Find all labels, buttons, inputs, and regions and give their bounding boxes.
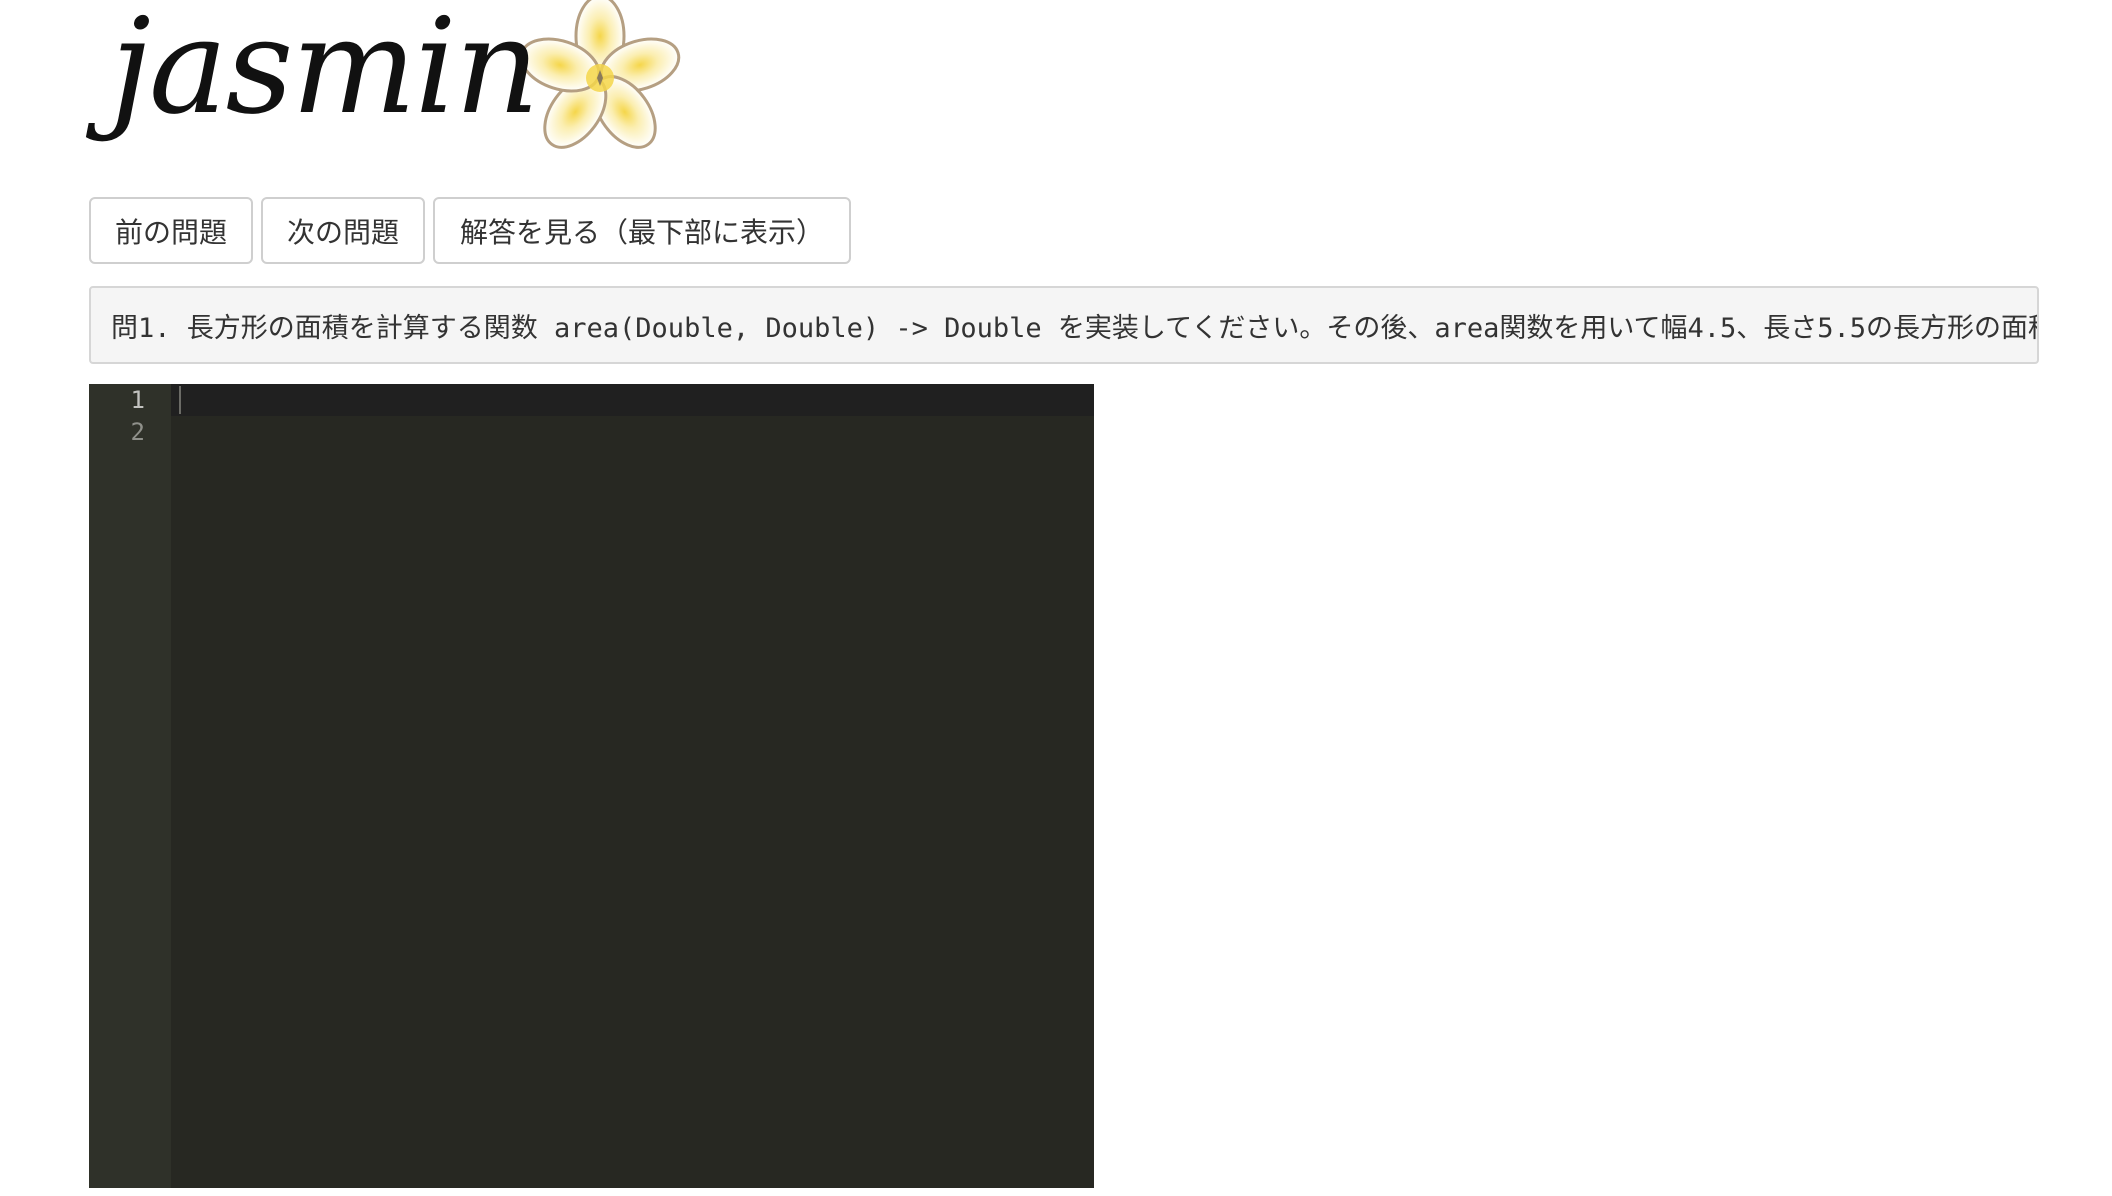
active-line-highlight <box>89 384 1094 416</box>
jasmin-logo[interactable]: jasmin <box>100 0 700 180</box>
line-number: 2 <box>130 418 145 446</box>
question-text: 問1. 長方形の面積を計算する関数 area(Double, Double) -… <box>111 312 2037 344</box>
toolbar: 前の問題 次の問題 解答を見る（最下部に表示） <box>89 197 851 264</box>
question-box: 問1. 長方形の面積を計算する関数 area(Double, Double) -… <box>89 286 2039 364</box>
editor-gutter: 1 2 <box>89 384 171 1188</box>
text-cursor <box>179 386 181 414</box>
logo-text: jasmin <box>110 0 540 144</box>
show-answer-button[interactable]: 解答を見る（最下部に表示） <box>433 197 851 264</box>
page: jasmin 前の問題 次の問題 解答を見る（最下部に表示） 問1. 長方形の面… <box>0 0 2112 1196</box>
next-question-button[interactable]: 次の問題 <box>261 197 425 264</box>
code-editor[interactable]: 1 2 <box>89 384 1094 1188</box>
prev-question-button[interactable]: 前の問題 <box>89 197 253 264</box>
line-number: 1 <box>130 386 145 414</box>
